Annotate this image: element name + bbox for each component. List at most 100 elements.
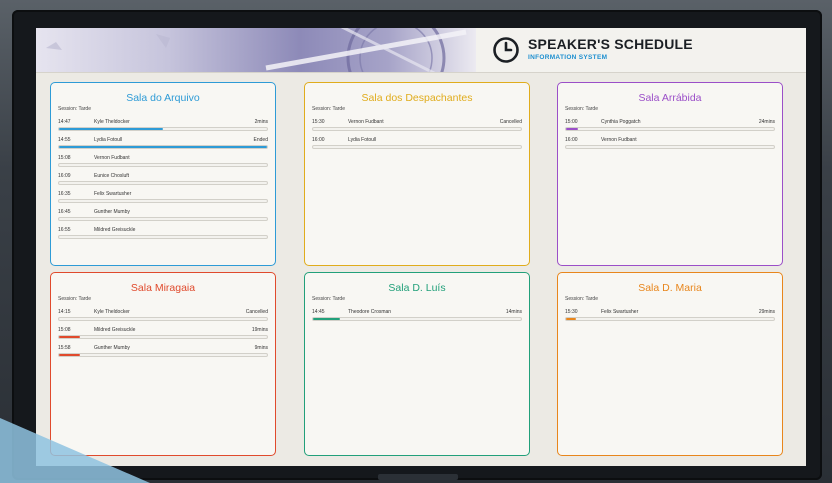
progress-track xyxy=(565,145,775,149)
schedule-row: 16:00 Vernon Fudbant xyxy=(565,137,775,155)
room-title: Sala dos Despachantes xyxy=(361,92,473,104)
monitor-brand-logo xyxy=(378,474,458,480)
speaker-name: Theodore Crosman xyxy=(348,309,392,315)
room-title: Sala D. Maria xyxy=(638,282,702,294)
status-label: 19mins xyxy=(251,327,268,333)
schedule-row: 15:58 Gunther Mumby 9mins xyxy=(58,345,268,363)
progress-track xyxy=(58,317,268,321)
schedule-row: 16:09 Eunice Chosluft xyxy=(58,173,268,191)
clock-icon xyxy=(493,37,519,63)
time-label: 14:55 xyxy=(58,137,71,143)
session-label: Session: Tarde xyxy=(565,106,598,112)
schedule-list: 14:15 Kyle Theldocker Cancelled 15:08 Mildre… xyxy=(58,309,268,363)
status-label: Cancelled xyxy=(245,309,268,315)
room-title: Sala Miragaia xyxy=(130,282,196,294)
room-panel-sala-d-luis: Sala D. Luís Session: Tarde 14:45 Theodore … xyxy=(304,272,530,456)
speaker-name: Gunther Mumby xyxy=(94,345,130,351)
room-panel-sala-arrabida: Sala Arrábida Session: Tarde 15:00 Cynthia … xyxy=(557,82,783,266)
progress-fill xyxy=(59,354,80,356)
time-label: 16:55 xyxy=(58,227,71,233)
speaker-name: Felix Swartusher xyxy=(601,309,639,315)
schedule-row: 14:15 Kyle Theldocker Cancelled xyxy=(58,309,268,327)
room-title: Sala do Arquivo xyxy=(126,92,200,104)
speaker-name: Mildred Greisuckle xyxy=(94,227,136,233)
time-label: 14:45 xyxy=(312,309,325,315)
speaker-name: Vernon Fudbant xyxy=(94,155,130,161)
time-label: 15:08 xyxy=(58,327,71,333)
header-bar: SPEAKER'S SCHEDULE INFORMATION SYSTEM xyxy=(36,28,806,73)
status-label: 29mins xyxy=(758,309,775,315)
session-label: Session: Tarde xyxy=(58,106,91,112)
time-label: 15:00 xyxy=(565,119,578,125)
schedule-row: 15:08 Mildred Greisuckle 19mins xyxy=(58,327,268,345)
progress-fill xyxy=(59,146,267,148)
progress-track xyxy=(58,235,268,239)
schedule-row: 14:55 Lydia Fotoull Ended xyxy=(58,137,268,155)
time-label: 14:15 xyxy=(58,309,71,315)
progress-track xyxy=(58,127,268,131)
progress-track xyxy=(58,335,268,339)
schedule-list: 14:47 Kyle Theldocker 2mins 14:55 Lydia Foto… xyxy=(58,119,268,245)
schedule-row: 14:47 Kyle Theldocker 2mins xyxy=(58,119,268,137)
progress-track xyxy=(565,317,775,321)
time-label: 16:45 xyxy=(58,209,71,215)
schedule-row: 16:45 Gunther Mumby xyxy=(58,209,268,227)
room-panel-sala-dos-despachantes: Sala dos Despachantes Session: Tarde 15:30… xyxy=(304,82,530,266)
progress-track xyxy=(312,127,522,131)
session-label: Session: Tarde xyxy=(58,296,91,302)
progress-track xyxy=(312,145,522,149)
page-subtitle: INFORMATION SYSTEM xyxy=(528,54,608,61)
progress-track xyxy=(565,127,775,131)
progress-track xyxy=(58,163,268,167)
time-label: 15:30 xyxy=(565,309,578,315)
time-label: 15:30 xyxy=(312,119,325,125)
schedule-row: 16:55 Mildred Greisuckle xyxy=(58,227,268,245)
speaker-name: Lydia Fotoull xyxy=(348,137,377,143)
speaker-name: Lydia Fotoull xyxy=(94,137,123,143)
progress-fill xyxy=(313,318,341,320)
progress-track xyxy=(58,217,268,221)
progress-track xyxy=(58,199,268,203)
schedule-list: 15:30 Felix Swartusher 29mins xyxy=(565,309,775,327)
time-label: 15:58 xyxy=(58,345,71,351)
speaker-name: Felix Swartusher xyxy=(94,191,132,197)
room-panel-sala-d-maria: Sala D. Maria Session: Tarde 15:30 Felix Sw… xyxy=(557,272,783,456)
schedule-row: 15:30 Vernon Fudbant Cancelled xyxy=(312,119,522,137)
progress-track xyxy=(58,145,268,149)
schedule-row: 16:00 Lydia Fotoull xyxy=(312,137,522,155)
progress-track xyxy=(58,181,268,185)
schedule-row: 15:30 Felix Swartusher 29mins xyxy=(565,309,775,327)
schedule-list: 15:30 Vernon Fudbant Cancelled 16:00 Lydia F… xyxy=(312,119,522,155)
room-title: Sala D. Luís xyxy=(388,282,446,294)
session-label: Session: Tarde xyxy=(565,296,598,302)
status-label: 14mins xyxy=(505,309,522,315)
time-label: 16:00 xyxy=(312,137,325,143)
speaker-name: Eunice Chosluft xyxy=(94,173,130,179)
schedule-row: 15:08 Vernon Fudbant xyxy=(58,155,268,173)
progress-track xyxy=(312,317,522,321)
time-label: 14:47 xyxy=(58,119,71,125)
time-label: 16:09 xyxy=(58,173,71,179)
schedule-list: 15:00 Cynthia Poggatch 24mins 16:00 Vernon F… xyxy=(565,119,775,155)
speaker-name: Gunther Mumby xyxy=(94,209,130,215)
time-label: 15:08 xyxy=(58,155,71,161)
schedule-screen: SPEAKER'S SCHEDULE INFORMATION SYSTEM Sa… xyxy=(36,28,806,466)
status-label: 2mins xyxy=(254,119,268,125)
status-label: 9mins xyxy=(254,345,268,351)
speaker-name: Cynthia Poggatch xyxy=(601,119,641,125)
progress-fill xyxy=(59,128,163,130)
room-panel-sala-do-arquivo: Sala do Arquivo Session: Tarde 14:47 Kyle T… xyxy=(50,82,276,266)
progress-track xyxy=(58,353,268,357)
session-label: Session: Tarde xyxy=(312,106,345,112)
speaker-name: Kyle Theldocker xyxy=(94,119,130,125)
room-title: Sala Arrábida xyxy=(638,92,702,104)
progress-fill xyxy=(566,318,577,320)
time-label: 16:00 xyxy=(565,137,578,143)
progress-fill xyxy=(566,128,579,130)
status-label: Ended xyxy=(253,137,268,143)
time-label: 16:35 xyxy=(58,191,71,197)
speaker-name: Vernon Fudbant xyxy=(601,137,637,143)
schedule-row: 14:45 Theodore Crosman 14mins xyxy=(312,309,522,327)
page-title: SPEAKER'S SCHEDULE xyxy=(528,36,693,52)
header-artwork xyxy=(36,28,476,72)
